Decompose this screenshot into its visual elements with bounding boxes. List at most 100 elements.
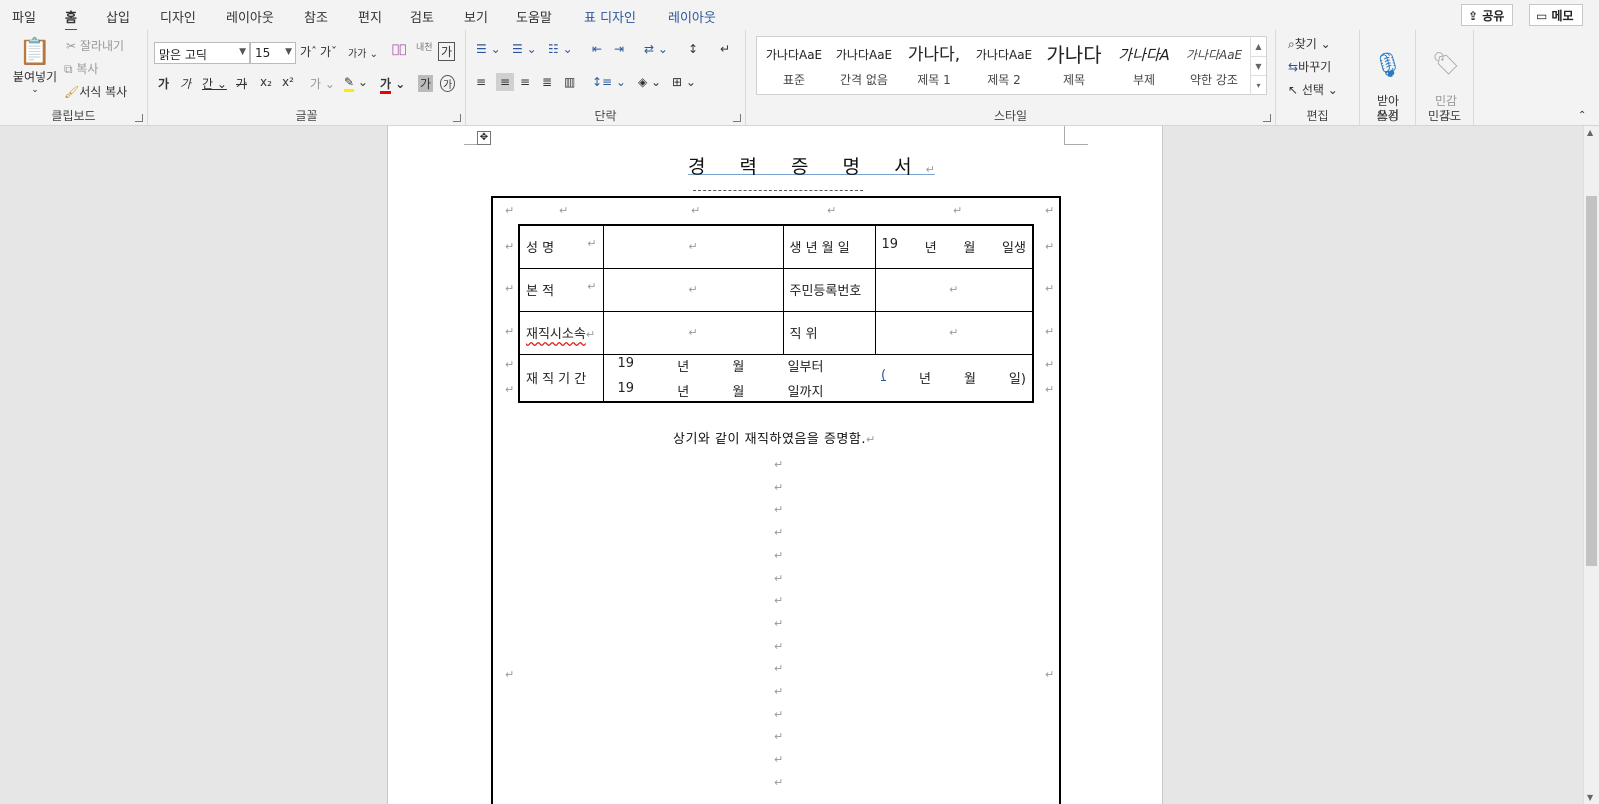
bold-button[interactable]: 가 — [158, 75, 169, 92]
justify-button[interactable]: ≣ — [542, 75, 552, 89]
tab-table-design[interactable]: 표 디자인 — [584, 7, 636, 26]
select-button[interactable]: ↖ 선택 ⌄ — [1288, 81, 1338, 98]
margin-corner — [1064, 126, 1065, 144]
chevron-down-icon[interactable]: ▼ — [1587, 793, 1593, 802]
name-value-cell[interactable]: ↵ — [602, 224, 784, 269]
document-page[interactable]: ✥ 경 력 증 명 서↵ ↵ ↵ ↵ ↵ ↵ ↵ ↵ ↵ ↵ ↵ ↵ ↵ ↵ ↵… — [387, 126, 1163, 804]
tab-table-layout[interactable]: 레이아웃 — [668, 7, 716, 26]
phonetic-guide-button[interactable]: 내천 — [416, 40, 433, 53]
scissors-icon: ✂ — [66, 39, 80, 53]
domicile-value-cell[interactable]: ↵ — [602, 267, 784, 312]
birth-label-cell[interactable]: 생 년 월 일 — [782, 224, 876, 269]
subscript-button[interactable]: x₂ — [260, 75, 272, 89]
tab-mailings[interactable]: 편지 — [358, 7, 382, 26]
period-duration-cell[interactable]: (년 월 일) — [875, 353, 1034, 403]
tab-view[interactable]: 보기 — [464, 7, 488, 26]
char-shading-button[interactable]: 가 — [418, 75, 434, 92]
text-effect-button[interactable]: 가 ⌄ — [310, 75, 335, 92]
voice-group-label: 음성 — [1376, 109, 1399, 123]
scrollbar-thumb[interactable] — [1586, 196, 1597, 566]
info-table[interactable]: 성 명 ↵ ↵ 생 년 월 일 19 년 월 일생 본 적 ↵ ↵ 주민등록번호 ↵ 재직… — [518, 224, 1034, 403]
paragraph-launcher[interactable] — [733, 114, 741, 122]
chevron-up-icon[interactable]: ▲ — [1251, 37, 1266, 56]
underline-button[interactable]: 간 ⌄ — [202, 75, 227, 92]
align-left-button[interactable]: ≡ — [476, 75, 486, 89]
tab-file[interactable]: 파일 — [12, 7, 36, 26]
numbering-button[interactable]: ☰ ⌄ — [512, 42, 537, 56]
font-color-button[interactable]: 가 ⌄ — [380, 75, 405, 94]
style-subtitle[interactable]: 가나다A 부제 — [1109, 37, 1179, 94]
table-move-handle[interactable]: ✥ — [477, 131, 491, 145]
enclose-circle-button[interactable]: 가 — [440, 75, 456, 92]
period-label-cell[interactable]: 재 직 기 간 — [518, 353, 604, 403]
line-spacing-button[interactable]: ↕≡ ⌄ — [592, 75, 626, 89]
strikethrough-button[interactable]: 가 — [236, 75, 247, 92]
tab-review[interactable]: 검토 — [410, 7, 434, 26]
domicile-label: 본 적 — [526, 284, 555, 299]
align-center-button[interactable]: ≡ — [496, 73, 515, 91]
superscript-button[interactable]: x² — [282, 75, 294, 89]
share-button[interactable]: ⇪ 공유 — [1461, 4, 1514, 26]
align-right-button[interactable]: ≡ — [520, 75, 530, 89]
more-styles-icon[interactable]: ▾ — [1251, 75, 1266, 94]
change-case-button[interactable]: 가가 ⌄ — [348, 45, 378, 60]
position-label-cell[interactable]: 직 위 — [782, 310, 876, 355]
clipboard-launcher[interactable] — [135, 114, 143, 122]
shading-button[interactable]: ◈ ⌄ — [638, 75, 661, 89]
clear-format-button[interactable]: 가⃓ — [392, 42, 406, 56]
tab-help[interactable]: 도움말 — [516, 7, 552, 26]
company-label-cell[interactable]: 재직시소속↵ — [518, 310, 604, 355]
font-name-combo[interactable]: 맑은 고딕 ▼ — [154, 42, 250, 64]
chevron-down-icon[interactable]: ▼ — [1251, 56, 1266, 75]
replace-button[interactable]: ⇆바꾸기 — [1288, 58, 1331, 75]
domicile-label-cell[interactable]: 본 적 ↵ — [518, 267, 604, 312]
font-launcher[interactable] — [453, 114, 461, 122]
copy-button[interactable]: ⧉ 복사 — [64, 60, 98, 77]
style-no-spacing[interactable]: 가나다AaE 간격 없음 — [829, 37, 899, 94]
borders-button[interactable]: ⊞ ⌄ — [672, 75, 696, 89]
cut-button[interactable]: ✂ 잘라내기 — [66, 37, 124, 54]
style-heading-1[interactable]: 가나다, 제목 1 — [899, 37, 969, 94]
paste-button[interactable]: 📋 붙여넣기 ⌄ — [10, 36, 60, 95]
find-button[interactable]: ⌕찾기 ⌄ — [1288, 35, 1331, 52]
tab-design[interactable]: 디자인 — [160, 7, 196, 26]
tab-insert[interactable]: 삽입 — [106, 7, 130, 26]
empty-paragraph-marks: ↵ ↵ ↵ ↵ ↵ ↵ ↵ ↵ ↵ ↵ ↵ ↵ ↵ ↵ ↵ — [774, 458, 784, 789]
style-normal[interactable]: 가나다AaE 표준 — [759, 37, 829, 94]
company-value-cell[interactable]: ↵ — [602, 310, 784, 355]
comments-button[interactable]: ▭ 메모 — [1529, 4, 1583, 26]
style-subtle-emphasis[interactable]: 가나다AaE 약한 강조 — [1179, 37, 1249, 94]
bullets-button[interactable]: ☰ ⌄ — [476, 42, 501, 56]
style-heading-2[interactable]: 가나다AaE 제목 2 — [969, 37, 1039, 94]
enclose-char-button[interactable]: 가 — [438, 42, 456, 61]
sort-button[interactable]: ↕ — [688, 42, 698, 56]
multilevel-list-button[interactable]: ☷ ⌄ — [548, 42, 573, 56]
decrease-indent-button[interactable]: ⇤ — [592, 42, 602, 56]
id-value-cell[interactable]: ↵ — [874, 267, 1034, 312]
chevron-up-icon[interactable]: ▲ — [1587, 128, 1593, 137]
shrink-font-button[interactable]: 가ˇ — [320, 43, 337, 60]
show-marks-button[interactable]: ↵ — [720, 42, 730, 56]
styles-gallery-scroll[interactable]: ▲ ▼ ▾ — [1250, 37, 1266, 94]
birth-value-cell[interactable]: 19 년 월 일생 — [874, 224, 1034, 269]
tab-layout[interactable]: 레이아웃 — [226, 7, 274, 26]
position-value-cell[interactable]: ↵ — [874, 310, 1034, 355]
italic-button[interactable]: 가 — [180, 75, 191, 92]
text-direction-button[interactable]: ⇄ ⌄ — [644, 42, 668, 56]
distributed-button[interactable]: ▥ — [564, 75, 575, 89]
highlight-button[interactable]: ✎ ⌄ — [344, 75, 368, 92]
format-painter-button[interactable]: 🖌서식 복사 — [64, 83, 127, 100]
period-dates-cell[interactable]: 19 년 월 일부터 19 년 월 일까지 — [602, 353, 875, 403]
tab-home[interactable]: 홈 — [65, 7, 77, 32]
grow-font-button[interactable]: 가ˆ — [300, 43, 317, 60]
id-label-cell[interactable]: 주민등록번호 — [782, 267, 876, 312]
font-size-combo[interactable]: 15 ▼ — [250, 42, 296, 64]
styles-launcher[interactable] — [1263, 114, 1271, 122]
vertical-scrollbar[interactable]: ▲ ▼ — [1583, 126, 1599, 804]
style-title[interactable]: 가나다 제목 — [1039, 37, 1109, 94]
cursor-icon: ↖ — [1288, 83, 1302, 97]
name-label-cell[interactable]: 성 명 ↵ — [518, 224, 604, 269]
increase-indent-button[interactable]: ⇥ — [614, 42, 624, 56]
collapse-ribbon-button[interactable]: ⌃ — [1578, 110, 1586, 121]
tab-references[interactable]: 참조 — [304, 7, 328, 26]
